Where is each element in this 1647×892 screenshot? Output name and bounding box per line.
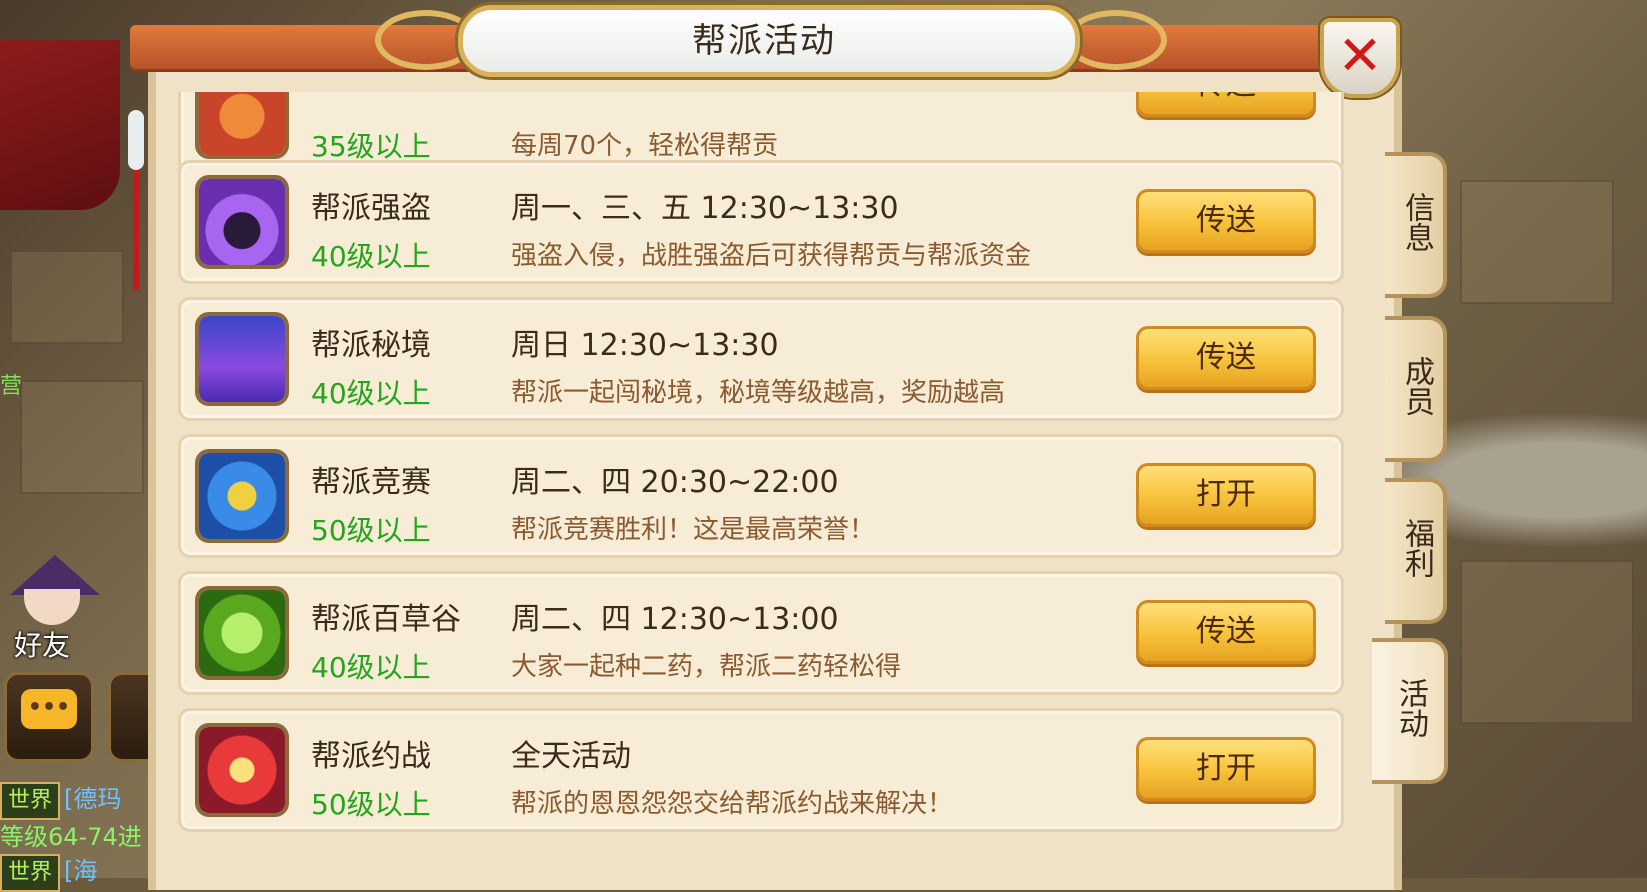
teleport-button[interactable]: 传送 [1136, 92, 1316, 117]
activity-row: 帮派秘境 40级以上 周日 12:30~13:30 帮派一起闯秘境，秘境等级越高… [178, 297, 1344, 421]
activity-schedule: 周二、四 12:30~13:00 [511, 602, 839, 637]
tab-members[interactable]: 成员 [1385, 316, 1447, 462]
activity-description: 帮派的恩恩怨怨交给帮派约战来解决！ [511, 789, 954, 819]
chat-channel-badge: 世界 [0, 854, 61, 892]
tab-label: 活动 [1393, 678, 1428, 738]
banner-icon [195, 92, 289, 159]
activity-level: 40级以上 [311, 377, 431, 410]
activity-description: 帮派竞赛胜利！这是最高荣誉！ [511, 515, 876, 545]
floor-tile [1460, 560, 1634, 724]
tab-label: 信息 [1399, 192, 1434, 252]
scene-side-text: 营 [0, 374, 23, 399]
close-icon: ✕ [1337, 24, 1383, 87]
chat-line: 世界 [海 [0, 854, 160, 892]
page-title: 帮派活动 [692, 21, 836, 61]
activity-description: 大家一起种二药，帮派二药轻松得 [511, 652, 902, 682]
chat-sender: [海 [64, 857, 98, 885]
activity-row: 帮派强盗 40级以上 周一、三、五 12:30~13:30 强盗入侵，战胜强盗后… [178, 160, 1344, 284]
duel-icon [195, 723, 289, 817]
activity-name: 帮派强盗 [311, 191, 431, 226]
herb-icon [195, 586, 289, 680]
pagoda-icon [195, 312, 289, 406]
chat-button[interactable]: ••• [4, 672, 94, 762]
chat-line: 世界 [德玛 [0, 782, 160, 820]
activity-schedule: 周日 12:30~13:30 [511, 328, 779, 363]
activity-description: 每周70个，轻松得帮贡 [511, 131, 779, 161]
friend-label[interactable]: 好友 [14, 624, 70, 664]
chat-sender: [德玛 [64, 785, 122, 813]
friend-avatar[interactable] [2, 555, 102, 625]
tab-activities[interactable]: 活动 [1372, 638, 1448, 784]
activity-name: 帮派约战 [311, 739, 431, 774]
tassel-ornament [128, 70, 144, 290]
teleport-button[interactable]: 传送 [1136, 600, 1316, 664]
activity-row: 帮派百草谷 40级以上 周二、四 12:30~13:00 大家一起种二药，帮派二… [178, 571, 1344, 695]
open-button[interactable]: 打开 [1136, 463, 1316, 527]
activity-list[interactable]: 35级以上 每周70个，轻松得帮贡 传送 帮派强盗 40级以上 周一、三、五 1… [178, 92, 1344, 878]
activity-level: 40级以上 [311, 651, 431, 684]
title-curl-right-ornament [1065, 10, 1167, 70]
red-carpet [0, 40, 120, 210]
chat-line: 等级64-74进 [0, 820, 160, 854]
chat-bubble-icon: ••• [21, 689, 77, 729]
activity-description: 帮派一起闯秘境，秘境等级越高，奖励越高 [511, 378, 1006, 408]
activity-level: 35级以上 [311, 130, 431, 163]
activity-level: 40级以上 [311, 240, 431, 273]
face-icon [24, 589, 80, 625]
activity-schedule: 周一、三、五 12:30~13:30 [511, 191, 899, 226]
activity-schedule: 周二、四 20:30~22:00 [511, 465, 839, 500]
floor-tile [20, 380, 144, 494]
floor-tile [10, 250, 124, 344]
open-button[interactable]: 打开 [1136, 737, 1316, 801]
chat-message: 等级64-74进 [0, 823, 142, 851]
bandit-icon [195, 175, 289, 269]
chat-log[interactable]: 世界 [德玛 等级64-74进 世界 [海 [0, 782, 160, 892]
tab-label: 成员 [1399, 356, 1434, 416]
activity-name: 帮派秘境 [311, 328, 431, 363]
teleport-button[interactable]: 传送 [1136, 189, 1316, 253]
activity-description: 强盗入侵，战胜强盗后可获得帮贡与帮派资金 [511, 241, 1032, 271]
activity-name: 帮派百草谷 [311, 602, 461, 637]
activity-row: 帮派约战 50级以上 全天活动 帮派的恩恩怨怨交给帮派约战来解决！ 打开 [178, 708, 1344, 832]
activity-name: 帮派竞赛 [311, 465, 431, 500]
activity-schedule: 全天活动 [511, 739, 631, 774]
chat-channel-badge: 世界 [0, 782, 61, 820]
activity-level: 50级以上 [311, 514, 431, 547]
activity-level: 50级以上 [311, 788, 431, 821]
floor-tile [1460, 180, 1614, 304]
tab-label: 福利 [1399, 518, 1434, 578]
scroll-icon [195, 449, 289, 543]
activity-row: 帮派竞赛 50级以上 周二、四 20:30~22:00 帮派竞赛胜利！这是最高荣… [178, 434, 1344, 558]
teleport-button[interactable]: 传送 [1136, 326, 1316, 390]
tab-welfare[interactable]: 福利 [1385, 478, 1447, 624]
tab-info[interactable]: 信息 [1385, 152, 1447, 298]
close-button[interactable]: ✕ [1320, 18, 1400, 98]
